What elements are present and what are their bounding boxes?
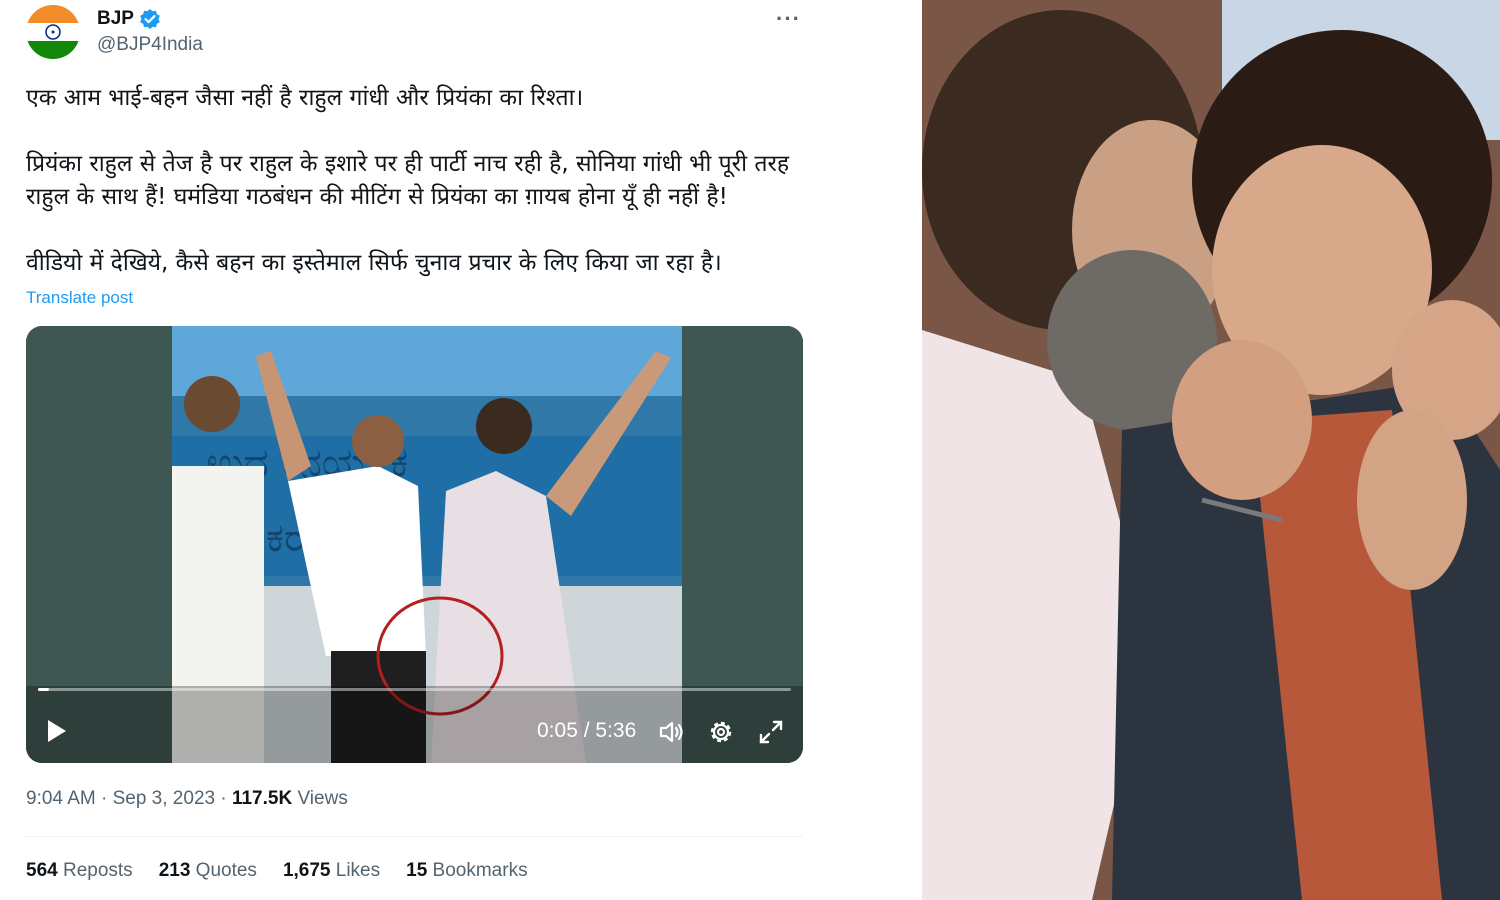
tweet-paragraph-2: प्रियंका राहुल से तेज है पर राहुल के इशा… [26, 151, 790, 210]
stat-likes[interactable]: 1,675 Likes [283, 860, 380, 882]
tweet-paragraph-3: वीडियो में देखिये, कैसे बहन का इस्तेमाल … [26, 250, 722, 276]
stat-label: Likes [335, 860, 381, 881]
tweet-timestamp[interactable]: 9:04 AM · Sep 3, 2023 · [26, 788, 232, 809]
video-progress-fill [38, 688, 50, 691]
play-icon[interactable] [44, 718, 70, 744]
volume-icon[interactable] [658, 718, 686, 746]
stat-label: Bookmarks [432, 860, 528, 881]
views-label: Views [292, 788, 348, 809]
stat-count: 15 [406, 860, 428, 881]
tweet-card: BJP @BJP4India ··· एक आम भाई-बहन जैसा नह… [0, 0, 922, 900]
more-options-icon[interactable]: ··· [776, 6, 801, 32]
stat-label: Quotes [195, 860, 257, 881]
tweet-meta: 9:04 AM · Sep 3, 2023 · 117.5K Views [26, 788, 348, 810]
video-progress-bar[interactable] [38, 688, 791, 691]
fullscreen-icon[interactable] [757, 718, 785, 746]
stat-count: 564 [26, 860, 58, 881]
stat-count: 213 [158, 860, 191, 881]
stat-reposts[interactable]: 564 Reposts [26, 860, 133, 882]
stat-bookmarks[interactable]: 15 Bookmarks [406, 860, 527, 882]
translate-post-link[interactable]: Translate post [26, 288, 133, 308]
profile-avatar[interactable] [26, 5, 80, 59]
stat-count: 1,675 [282, 860, 331, 881]
engagement-stats: 564 Reposts 213 Quotes 1,675 Likes 15 Bo… [26, 860, 528, 882]
author-name-row: BJP [97, 8, 161, 30]
stat-quotes[interactable]: 213 Quotes [159, 860, 257, 882]
video-frame: ಉದ ಕನಯು ಕ ಕರ ೦ [26, 326, 803, 763]
author-display-name[interactable]: BJP [97, 8, 134, 30]
settings-gear-icon[interactable] [707, 718, 735, 746]
stat-label: Reposts [62, 860, 133, 881]
verified-badge-icon [139, 8, 161, 30]
author-handle[interactable]: @BJP4India [97, 34, 203, 56]
video-time-readout: 0:05 / 5:36 [537, 719, 637, 742]
news-photo [922, 0, 1500, 900]
views-count: 117.5K [231, 788, 293, 809]
tweet-paragraph-1: एक आम भाई-बहन जैसा नहीं है राहुल गांधी औ… [26, 85, 584, 111]
video-player[interactable]: ಉದ ಕನಯು ಕ ಕರ ೦ 0:05 / 5:36 [26, 326, 803, 763]
divider [26, 836, 803, 837]
